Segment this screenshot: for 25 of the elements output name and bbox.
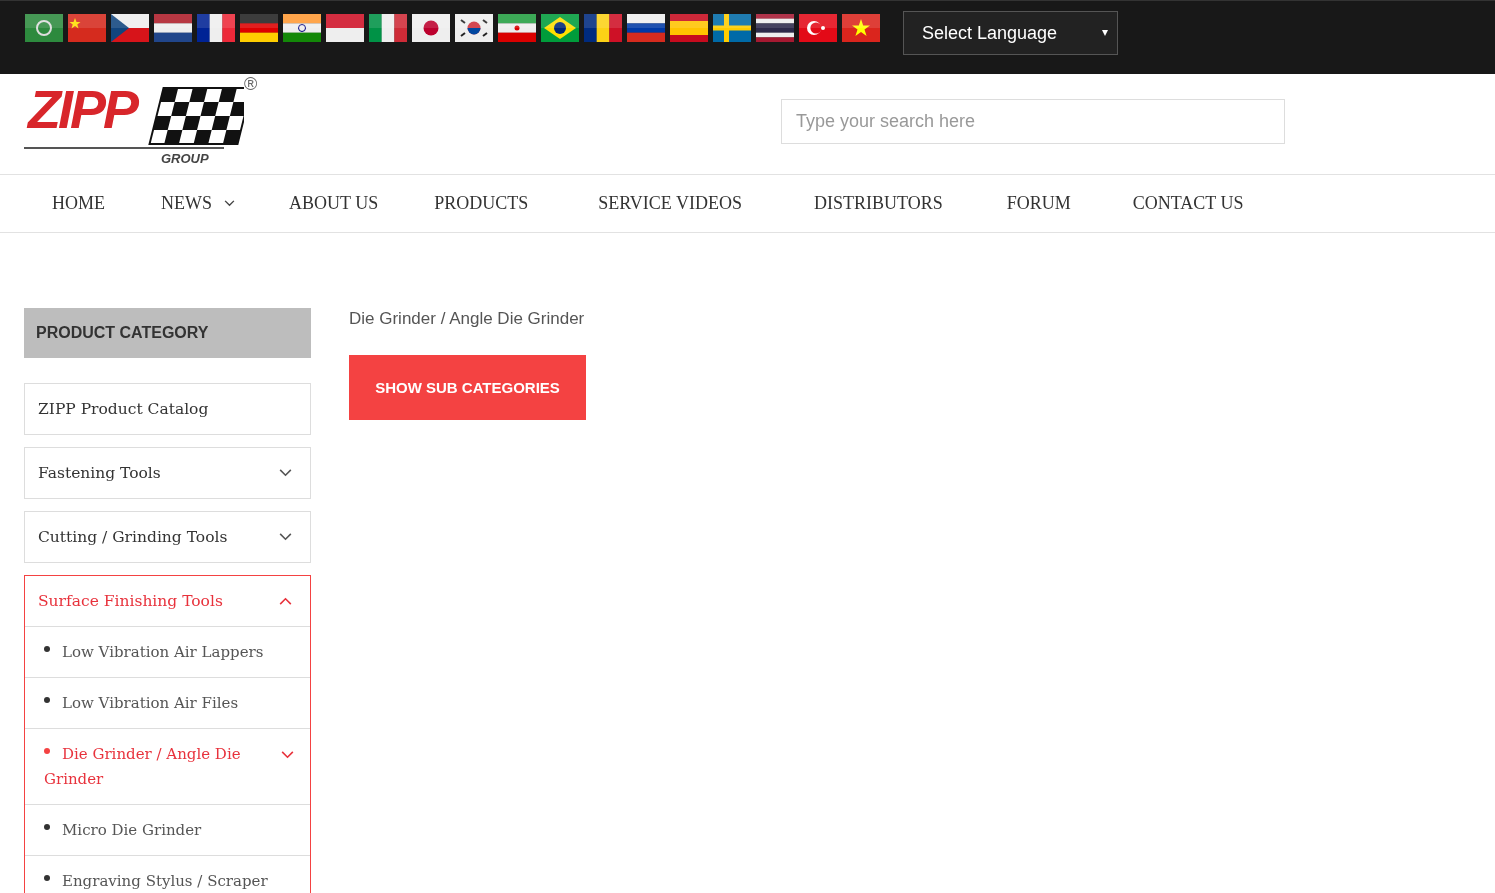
logo-subtitle: GROUP bbox=[161, 151, 209, 166]
subcategory-item[interactable]: Die Grinder / Angle Die Grinder bbox=[25, 728, 310, 804]
nav-link[interactable]: SERVICE VIDEOS bbox=[598, 193, 742, 214]
nav-link[interactable]: FORUM bbox=[1006, 193, 1071, 214]
registered-mark: ® bbox=[244, 74, 258, 95]
breadcrumb: Die Grinder / Angle Die Grinder bbox=[349, 308, 586, 330]
category-item[interactable]: ZIPP Product Catalog bbox=[25, 384, 310, 434]
nav-link[interactable]: CONTACT US bbox=[1132, 193, 1244, 214]
sidebar-heading: PRODUCT CATEGORY bbox=[24, 308, 311, 358]
show-sub-categories-button[interactable]: SHOW SUB CATEGORIES bbox=[349, 355, 586, 420]
category-item[interactable]: Surface Finishing Tools bbox=[25, 576, 310, 626]
nav-link[interactable]: HOME bbox=[52, 193, 105, 214]
subcategory-item[interactable]: Low Vibration Air Files bbox=[25, 677, 310, 728]
nav-link[interactable]: PRODUCTS bbox=[434, 193, 529, 214]
category-item[interactable]: Fastening Tools bbox=[25, 448, 310, 498]
subcategory-item[interactable]: Engraving Stylus / Scraper bbox=[25, 855, 310, 893]
language-select[interactable]: Select Language bbox=[903, 11, 1118, 55]
nav-link[interactable]: ABOUT US bbox=[289, 193, 379, 214]
search-field[interactable]: Type your search here bbox=[781, 99, 1285, 144]
nav-link[interactable]: DISTRIBUTORS bbox=[813, 193, 943, 214]
nav-link[interactable]: NEWS bbox=[161, 193, 235, 214]
category-item[interactable]: Cutting / Grinding Tools bbox=[25, 512, 310, 562]
subcategory-item[interactable]: Low Vibration Air Lappers bbox=[25, 626, 310, 677]
logo-wordmark[interactable]: ZIPP bbox=[28, 78, 137, 140]
subcategory-item[interactable]: Micro Die Grinder bbox=[25, 804, 310, 855]
